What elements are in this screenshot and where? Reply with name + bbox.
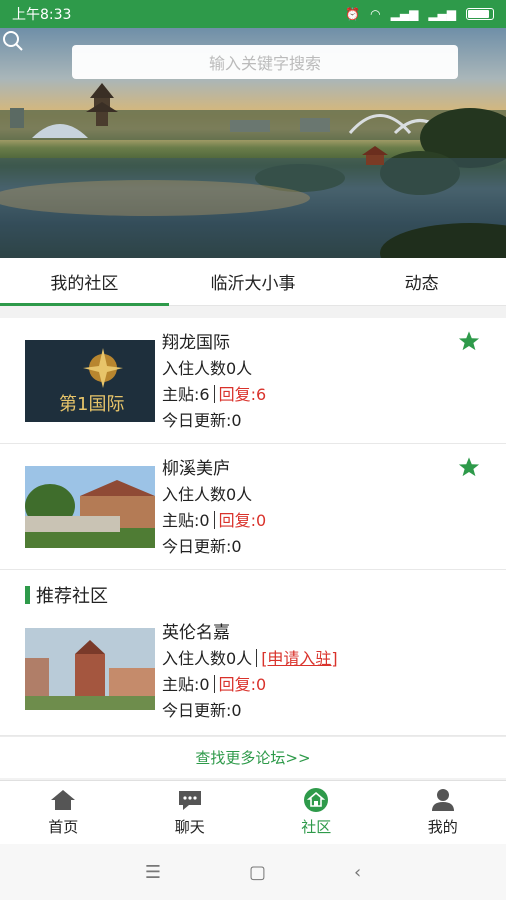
tab-activity[interactable]: 动态	[337, 258, 506, 305]
status-icons: ⏰ ◠ ▂▄▆ ▂▄▆	[345, 7, 494, 21]
nav-mine[interactable]: 我的	[380, 781, 506, 844]
community-info: 柳溪美庐 入住人数0人 主贴:0 回复:0 今日更新:0	[162, 456, 266, 560]
community-posts: 主贴:0	[162, 511, 210, 530]
community-residents: 入住人数0人	[162, 359, 253, 378]
community-replies: 回复:0	[218, 511, 267, 530]
nav-chat[interactable]: 聊天	[127, 781, 254, 844]
apply-join-link[interactable]: [申请入驻]	[261, 649, 338, 668]
community-stats: 主贴:6 回复:6	[162, 382, 266, 408]
nav-home-label: 首页	[48, 818, 79, 836]
community-item[interactable]: 英伦名嘉 入住人数0人 [申请入驻] 主贴:0 回复:0 今日更新:0	[0, 620, 506, 736]
banner-image: 输入关键字搜索	[0, 28, 506, 258]
community-thumbnail	[25, 628, 155, 710]
star-icon[interactable]	[458, 330, 480, 352]
divider	[213, 385, 215, 403]
community-today: 今日更新:0	[162, 701, 242, 720]
community-posts: 主贴:6	[162, 385, 210, 404]
community-replies: 回复:0	[218, 675, 267, 694]
nav-home[interactable]: 首页	[0, 781, 127, 844]
signal-icon: ▂▄▆	[390, 7, 419, 21]
tab-bar: 我的社区 临沂大小事 动态	[0, 258, 506, 306]
community-today: 今日更新:0	[162, 411, 242, 430]
section-title-text: 推荐社区	[36, 586, 108, 607]
search-input[interactable]: 输入关键字搜索	[72, 45, 458, 79]
recommended-section-title: 推荐社区	[0, 570, 506, 620]
divider	[213, 511, 215, 529]
community-thumbnail: 第1国际	[25, 340, 155, 422]
menu-icon[interactable]: ☰	[145, 862, 161, 883]
nav-community[interactable]: 社区	[253, 781, 380, 844]
battery-icon	[466, 8, 494, 20]
home-square-icon[interactable]: ▢	[249, 862, 266, 883]
community-stats: 主贴:0 回复:0	[162, 508, 266, 534]
nav-mine-label: 我的	[427, 818, 458, 836]
community-info: 英伦名嘉 入住人数0人 [申请入驻] 主贴:0 回复:0 今日更新:0	[162, 620, 338, 724]
community-posts: 主贴:0	[162, 675, 210, 694]
system-navigation-bar: ☰ ▢ ‹	[0, 844, 506, 900]
tab-my-community[interactable]: 我的社区	[0, 258, 169, 306]
tab-linyi-news[interactable]: 临沂大小事	[169, 258, 338, 305]
community-stats: 主贴:0 回复:0	[162, 672, 338, 698]
community-name: 英伦名嘉	[162, 623, 230, 643]
community-info: 翔龙国际 入住人数0人 主贴:6 回复:6 今日更新:0	[162, 330, 266, 434]
community-residents: 入住人数0人	[162, 649, 253, 668]
bottom-navigation: 首页 聊天 社区 我的	[0, 780, 506, 844]
user-icon	[431, 789, 454, 811]
community-list: 第1国际 翔龙国际 入住人数0人 主贴:6 回复:6 今日更新:0 柳溪美庐 入…	[0, 318, 506, 736]
section-marker	[25, 586, 30, 604]
community-item[interactable]: 柳溪美庐 入住人数0人 主贴:0 回复:0 今日更新:0	[0, 444, 506, 570]
community-icon	[304, 788, 329, 812]
community-name: 柳溪美庐	[162, 459, 230, 479]
wifi-icon: ◠	[370, 7, 381, 21]
community-today: 今日更新:0	[162, 537, 242, 556]
back-icon[interactable]: ‹	[354, 862, 361, 883]
home-icon	[51, 790, 76, 810]
chat-icon	[178, 791, 201, 810]
community-item[interactable]: 第1国际 翔龙国际 入住人数0人 主贴:6 回复:6 今日更新:0	[0, 318, 506, 444]
nav-chat-label: 聊天	[174, 818, 205, 836]
community-replies: 回复:6	[218, 385, 267, 404]
status-time: 上午8:33	[12, 7, 72, 23]
find-more-forums-link[interactable]: 查找更多论坛>>	[0, 736, 506, 778]
divider	[256, 649, 258, 667]
community-residents-row: 入住人数0人 [申请入驻]	[162, 646, 338, 672]
nav-community-label: 社区	[301, 818, 332, 836]
community-residents: 入住人数0人	[162, 485, 253, 504]
search-icon[interactable]	[0, 28, 26, 54]
alarm-icon: ⏰	[345, 7, 361, 21]
community-thumbnail	[25, 466, 155, 548]
signal-icon-2: ▂▄▆	[428, 7, 456, 21]
community-name: 翔龙国际	[162, 333, 230, 353]
svg-text:第1国际: 第1国际	[59, 394, 124, 415]
status-bar: 上午8:33 ⏰ ◠ ▂▄▆ ▂▄▆	[0, 0, 506, 28]
star-icon[interactable]	[458, 456, 480, 478]
divider	[213, 675, 215, 693]
